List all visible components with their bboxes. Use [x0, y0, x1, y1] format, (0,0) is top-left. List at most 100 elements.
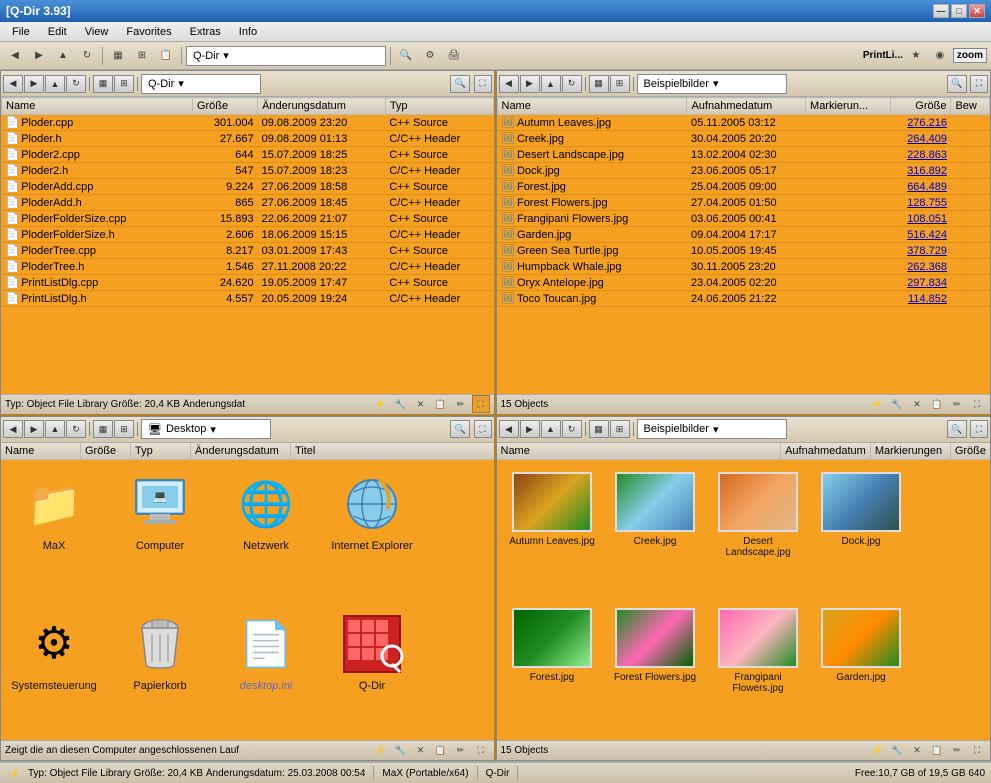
col-size-tr[interactable]: Größe	[890, 98, 950, 115]
global-path-box[interactable]: Q-Dir ▾	[186, 46, 386, 66]
table-row[interactable]: 📄Ploder.cpp 301.004 09.08.2009 23:20 C++…	[2, 115, 494, 131]
table-row[interactable]: 📄PloderFolderSize.h 2.606 18.06.2009 15:…	[2, 227, 494, 243]
table-row[interactable]: 📄Ploder2.cpp 644 15.07.2009 18:25 C++ So…	[2, 147, 494, 163]
list-item[interactable]: Forest.jpg	[505, 604, 600, 732]
extra-btn-1[interactable]: ★	[905, 45, 927, 67]
pane-br-up[interactable]: ▲	[541, 420, 561, 438]
pane-tr-status-edit[interactable]: ✏	[948, 395, 966, 413]
pane-tr-status-btn2[interactable]: 🔧	[888, 395, 906, 413]
col-size-bl-h[interactable]: Größe	[81, 443, 131, 459]
list-item[interactable]: Forest Flowers.jpg	[608, 604, 703, 732]
pane-tr-refresh[interactable]: ↻	[562, 75, 582, 93]
pane-bl-expand-btn[interactable]: ⛶	[472, 742, 490, 760]
pane-br-expand[interactable]: ⛶	[970, 420, 988, 438]
pane-tl-status-del[interactable]: ✕	[412, 395, 430, 413]
pane-bl-expand[interactable]: ⛶	[474, 420, 492, 438]
pane-br-refresh[interactable]: ↻	[562, 420, 582, 438]
table-row[interactable]: 📄PloderAdd.h 865 27.06.2009 18:45 C/C++ …	[2, 195, 494, 211]
pane-tl-path[interactable]: Q-Dir ▾	[141, 74, 261, 94]
pane-bl-path[interactable]: 🖥 Desktop ▾	[141, 419, 271, 439]
pane-tr-status-copy[interactable]: 📋	[928, 395, 946, 413]
col-mark-br-h[interactable]: Markierungen	[871, 443, 951, 459]
pane-bl-up[interactable]: ▲	[45, 420, 65, 438]
pane-br-status-edit[interactable]: ✏	[948, 742, 966, 760]
col-name-br-h[interactable]: Name	[497, 443, 782, 459]
status-icon-1[interactable]: ⚡	[6, 764, 24, 782]
col-name-tl[interactable]: Name	[2, 98, 193, 115]
table-row[interactable]: 🖼Garden.jpg 09.04.2004 17:17 516.424 ★	[497, 227, 990, 243]
table-row[interactable]: 📄PloderAdd.cpp 9.224 27.06.2009 18:58 C+…	[2, 179, 494, 195]
col-date-bl-h[interactable]: Änderungsdatum	[191, 443, 291, 459]
pane-br-status-del[interactable]: ✕	[908, 742, 926, 760]
pane-tl-status-copy[interactable]: 📋	[432, 395, 450, 413]
list-item[interactable]: Creek.jpg	[608, 468, 703, 596]
pane-tl-refresh[interactable]: ↻	[66, 75, 86, 93]
pane-tr-forward[interactable]: ▶	[520, 75, 540, 93]
pane-bl-status-btn2[interactable]: 🔧	[392, 742, 410, 760]
pane-br-expand-btn[interactable]: ⛶	[968, 742, 986, 760]
pane-bl-content[interactable]: 📁 MaX 💻 Computer	[1, 460, 494, 741]
desktop-icon-papierkorb[interactable]: Papierkorb	[115, 608, 205, 732]
nav-back-button[interactable]: ◀	[4, 45, 26, 67]
menu-extras[interactable]: Extras	[182, 24, 229, 40]
extra-btn-2[interactable]: ◉	[929, 45, 951, 67]
pane-br-path[interactable]: Beispielbilder ▾	[637, 419, 787, 439]
menu-favorites[interactable]: Favorites	[118, 24, 179, 40]
pane-bl-refresh[interactable]: ↻	[66, 420, 86, 438]
pane-tl-content[interactable]: Name Größe Änderungsdatum Typ 📄Ploder.cp…	[1, 97, 494, 394]
pane-tl-expand-btn[interactable]: ⛶	[472, 395, 490, 413]
pane-tl-status-edit[interactable]: ✏	[452, 395, 470, 413]
view-toggle-button[interactable]: ▦	[107, 45, 129, 67]
pane-br-forward[interactable]: ▶	[520, 420, 540, 438]
list-item[interactable]: Autumn Leaves.jpg	[505, 468, 600, 596]
pane-bl-status-copy[interactable]: 📋	[432, 742, 450, 760]
table-row[interactable]: 🖼Toco Toucan.jpg 24.06.2005 21:22 114.85…	[497, 291, 990, 307]
table-row[interactable]: 📄PloderTree.cpp 8.217 03.01.2009 17:43 C…	[2, 243, 494, 259]
table-row[interactable]: 🖼Desert Landscape.jpg 13.02.2004 02:30 2…	[497, 147, 990, 163]
pane-bl-view[interactable]: ▦	[93, 420, 113, 438]
desktop-icon-netzwerk[interactable]: 🌐 Netzwerk	[221, 468, 311, 592]
pane-bl-status-btn1[interactable]: ⚡	[372, 742, 390, 760]
list-item[interactable]: Garden.jpg	[814, 604, 909, 732]
pane-tl-expand[interactable]: ⛶	[474, 75, 492, 93]
table-row[interactable]: 📄PrintListDlg.h 4.557 20.05.2009 19:24 C…	[2, 291, 494, 307]
pane-tl-layout[interactable]: ⊞	[114, 75, 134, 93]
pane-tr-search[interactable]: 🔍	[947, 75, 967, 93]
desktop-icon-ie[interactable]: Internet Explorer	[327, 468, 417, 592]
desktop-icon-desktopini[interactable]: 📄 desktop.ini	[221, 608, 311, 732]
col-bew-tr[interactable]: Bew	[951, 98, 990, 115]
pane-bl-status-edit[interactable]: ✏	[452, 742, 470, 760]
pane-tr-view[interactable]: ▦	[589, 75, 609, 93]
table-row[interactable]: 🖼Dock.jpg 23.06.2005 05:17 316.892 ★	[497, 163, 990, 179]
pane-tr-back[interactable]: ◀	[499, 75, 519, 93]
list-item[interactable]: Frangipani Flowers.jpg	[711, 604, 806, 732]
col-date-tr[interactable]: Aufnahmedatum	[687, 98, 806, 115]
pane-bl-search[interactable]: 🔍	[450, 420, 470, 438]
pane-br-status-btn1[interactable]: ⚡	[868, 742, 886, 760]
list-item[interactable]: Dock.jpg	[814, 468, 909, 596]
pane-tr-status-del[interactable]: ✕	[908, 395, 926, 413]
desktop-icon-max[interactable]: 📁 MaX	[9, 468, 99, 592]
desktop-icon-qdir[interactable]: Q-Dir	[327, 608, 417, 732]
pane-br-view[interactable]: ▦	[589, 420, 609, 438]
pane-tl-view[interactable]: ▦	[93, 75, 113, 93]
minimize-button[interactable]: —	[933, 4, 949, 18]
maximize-button[interactable]: □	[951, 4, 967, 18]
table-row[interactable]: 📄Ploder.h 27.667 09.08.2009 01:13 C/C++ …	[2, 131, 494, 147]
pane-tr-up[interactable]: ▲	[541, 75, 561, 93]
table-row[interactable]: 🖼Forest Flowers.jpg 27.04.2005 01:50 128…	[497, 195, 990, 211]
table-row[interactable]: 📄Ploder2.h 547 15.07.2009 18:23 C/C++ He…	[2, 163, 494, 179]
table-row[interactable]: 🖼Green Sea Turtle.jpg 10.05.2005 19:45 3…	[497, 243, 990, 259]
col-date-tl[interactable]: Änderungsdatum	[258, 98, 386, 115]
pane-tr-expand-btn[interactable]: ⛶	[968, 395, 986, 413]
table-row[interactable]: 🖼Frangipani Flowers.jpg 03.06.2005 00:41…	[497, 211, 990, 227]
desktop-icon-computer[interactable]: 💻 Computer	[115, 468, 205, 592]
pane-tl-back[interactable]: ◀	[3, 75, 23, 93]
pane-bl-status-del[interactable]: ✕	[412, 742, 430, 760]
pane-br-status-copy[interactable]: 📋	[928, 742, 946, 760]
pane-br-layout[interactable]: ⊞	[610, 420, 630, 438]
menu-info[interactable]: Info	[231, 24, 265, 40]
col-size-tl[interactable]: Größe	[192, 98, 257, 115]
pane-tr-status-btn1[interactable]: ⚡	[868, 395, 886, 413]
pane-tr-content[interactable]: Name Aufnahmedatum Markierun... Größe Be…	[497, 97, 991, 394]
